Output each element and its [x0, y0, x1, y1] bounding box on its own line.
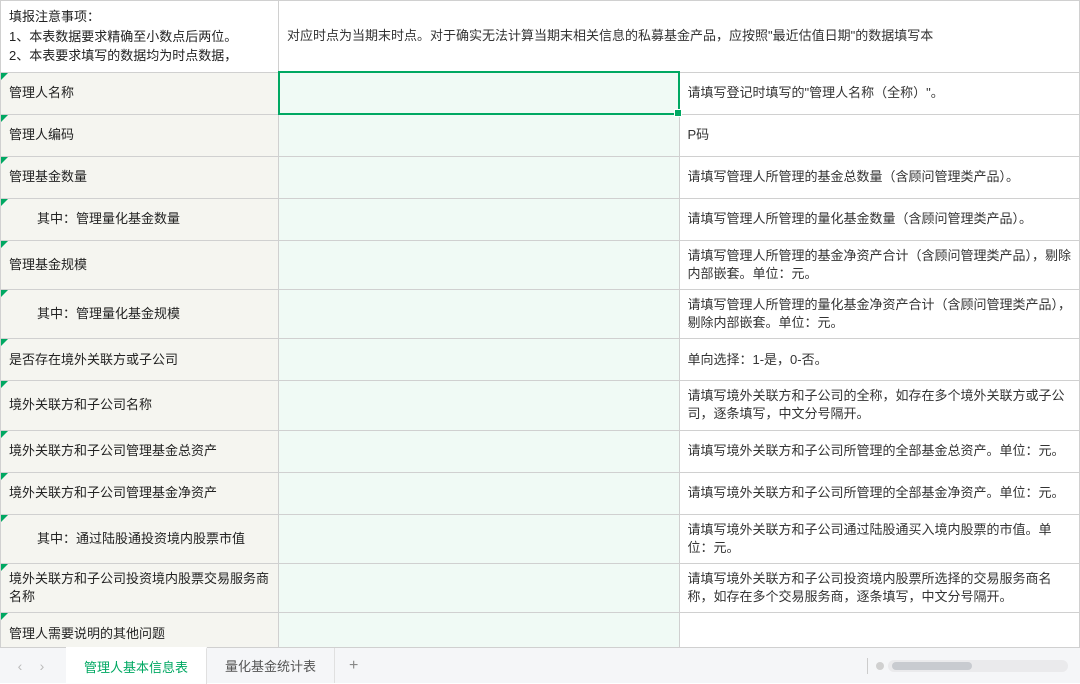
- row-description: 单向选择：1-是，0-否。: [679, 339, 1080, 381]
- table-row: 境外关联方和子公司管理基金总资产 请填写境外关联方和子公司所管理的全部基金总资产。…: [1, 430, 1080, 472]
- table-row: 境外关联方和子公司名称 请填写境外关联方和子公司的全称，如存在多个境外关联方或子公…: [1, 381, 1080, 430]
- table-row: 其中：管理量化基金数量 请填写管理人所管理的量化基金数量（含顾问管理类产品）。: [1, 198, 1080, 240]
- table-row: 境外关联方和子公司投资境内股票交易服务商名称 请填写境外关联方和子公司投资境内股票…: [1, 564, 1080, 613]
- notice-title: 填报注意事项：: [9, 7, 270, 27]
- table-row: 管理基金数量 请填写管理人所管理的基金总数量（含顾问管理类产品）。: [1, 156, 1080, 198]
- row-description: [679, 613, 1080, 647]
- row-input-cell[interactable]: [279, 613, 680, 647]
- row-label: 管理基金数量: [1, 156, 279, 198]
- row-input-cell[interactable]: [279, 514, 680, 563]
- table-row: 管理基金规模 请填写管理人所管理的基金净资产合计（含顾问管理类产品），剔除内部嵌套…: [1, 240, 1080, 289]
- row-input-cell[interactable]: [279, 198, 680, 240]
- row-label: 是否存在境外关联方或子公司: [1, 339, 279, 381]
- row-input-cell[interactable]: [279, 240, 680, 289]
- row-description: 请填写管理人所管理的基金总数量（含顾问管理类产品）。: [679, 156, 1080, 198]
- row-description: 请填写境外关联方和子公司通过陆股通买入境内股票的市值。单位：元。: [679, 514, 1080, 563]
- row-input-cell[interactable]: [279, 339, 680, 381]
- row-description: 请填写管理人所管理的基金净资产合计（含顾问管理类产品），剔除内部嵌套。单位：元。: [679, 240, 1080, 289]
- scrollbar-track[interactable]: [888, 660, 1068, 672]
- row-input-cell[interactable]: [279, 430, 680, 472]
- notice-right: 对应时点为当期末时点。对于确实无法计算当期末相关信息的私募基金产品，应按照"最近…: [279, 1, 1080, 73]
- sheet-nav: ‹ ›: [4, 656, 58, 676]
- row-description: 请填写管理人所管理的量化基金净资产合计（含顾问管理类产品），剔除内部嵌套。单位：…: [679, 289, 1080, 338]
- row-label: 管理人编码: [1, 114, 279, 156]
- row-description: 请填写管理人所管理的量化基金数量（含顾问管理类产品）。: [679, 198, 1080, 240]
- scroll-separator: [867, 658, 868, 674]
- row-input-cell[interactable]: [279, 156, 680, 198]
- row-description: P码: [679, 114, 1080, 156]
- row-label: 境外关联方和子公司管理基金净资产: [1, 472, 279, 514]
- tab-manager-basic-info[interactable]: 管理人基本信息表: [66, 647, 207, 684]
- add-sheet-button[interactable]: +: [335, 649, 372, 683]
- row-label: 管理基金规模: [1, 240, 279, 289]
- row-description: 请填写登记时填写的"管理人名称（全称）"。: [679, 72, 1080, 114]
- nav-prev-button[interactable]: ‹: [10, 656, 30, 676]
- table-row: 管理人名称 请填写登记时填写的"管理人名称（全称）"。: [1, 72, 1080, 114]
- row-label: 境外关联方和子公司管理基金总资产: [1, 430, 279, 472]
- row-label: 管理人需要说明的其他问题: [1, 613, 279, 647]
- scroll-left-icon[interactable]: [876, 662, 884, 670]
- row-label: 境外关联方和子公司名称: [1, 381, 279, 430]
- row-label: 境外关联方和子公司投资境内股票交易服务商名称: [1, 564, 279, 613]
- row-input-cell[interactable]: [279, 381, 680, 430]
- sheet-tabs: 管理人基本信息表 量化基金统计表 +: [66, 647, 372, 684]
- row-label: 其中：管理量化基金规模: [1, 289, 279, 338]
- notice-line1: 1、本表数据要求精确至小数点后两位。: [9, 27, 270, 47]
- row-label: 管理人名称: [1, 72, 279, 114]
- notice-left: 填报注意事项：1、本表数据要求精确至小数点后两位。2、本表要求填写的数据均为时点…: [1, 1, 279, 73]
- data-table: 填报注意事项：1、本表数据要求精确至小数点后两位。2、本表要求填写的数据均为时点…: [0, 0, 1080, 647]
- row-description: 请填写境外关联方和子公司所管理的全部基金总资产。单位：元。: [679, 430, 1080, 472]
- row-description: 请填写境外关联方和子公司投资境内股票所选择的交易服务商名称，如存在多个交易服务商…: [679, 564, 1080, 613]
- table-row: 其中：管理量化基金规模 请填写管理人所管理的量化基金净资产合计（含顾问管理类产品）…: [1, 289, 1080, 338]
- table-row: 管理人需要说明的其他问题: [1, 613, 1080, 647]
- row-input-cell[interactable]: [279, 472, 680, 514]
- row-description: 请填写境外关联方和子公司的全称，如存在多个境外关联方或子公司，逐条填写，中文分号…: [679, 381, 1080, 430]
- bottom-bar: ‹ › 管理人基本信息表 量化基金统计表 +: [0, 647, 1080, 683]
- row-input-cell[interactable]: [279, 72, 680, 114]
- row-label: 其中：管理量化基金数量: [1, 198, 279, 240]
- horizontal-scroll: [863, 658, 1076, 674]
- row-label: 其中：通过陆股通投资境内股票市值: [1, 514, 279, 563]
- row-input-cell[interactable]: [279, 564, 680, 613]
- row-input-cell[interactable]: [279, 114, 680, 156]
- row-description: 请填写境外关联方和子公司所管理的全部基金净资产。单位：元。: [679, 472, 1080, 514]
- table-row: 是否存在境外关联方或子公司 单向选择：1-是，0-否。: [1, 339, 1080, 381]
- spreadsheet-grid: 填报注意事项：1、本表数据要求精确至小数点后两位。2、本表要求填写的数据均为时点…: [0, 0, 1080, 647]
- table-row: 境外关联方和子公司管理基金净资产 请填写境外关联方和子公司所管理的全部基金净资产。…: [1, 472, 1080, 514]
- tab-quant-fund-stats[interactable]: 量化基金统计表: [207, 648, 335, 683]
- notice-line2: 2、本表要求填写的数据均为时点数据，: [9, 46, 270, 66]
- nav-next-button[interactable]: ›: [32, 656, 52, 676]
- table-row: 其中：通过陆股通投资境内股票市值 请填写境外关联方和子公司通过陆股通买入境内股票的…: [1, 514, 1080, 563]
- row-input-cell[interactable]: [279, 289, 680, 338]
- scrollbar-thumb[interactable]: [892, 662, 972, 670]
- table-row: 管理人编码 P码: [1, 114, 1080, 156]
